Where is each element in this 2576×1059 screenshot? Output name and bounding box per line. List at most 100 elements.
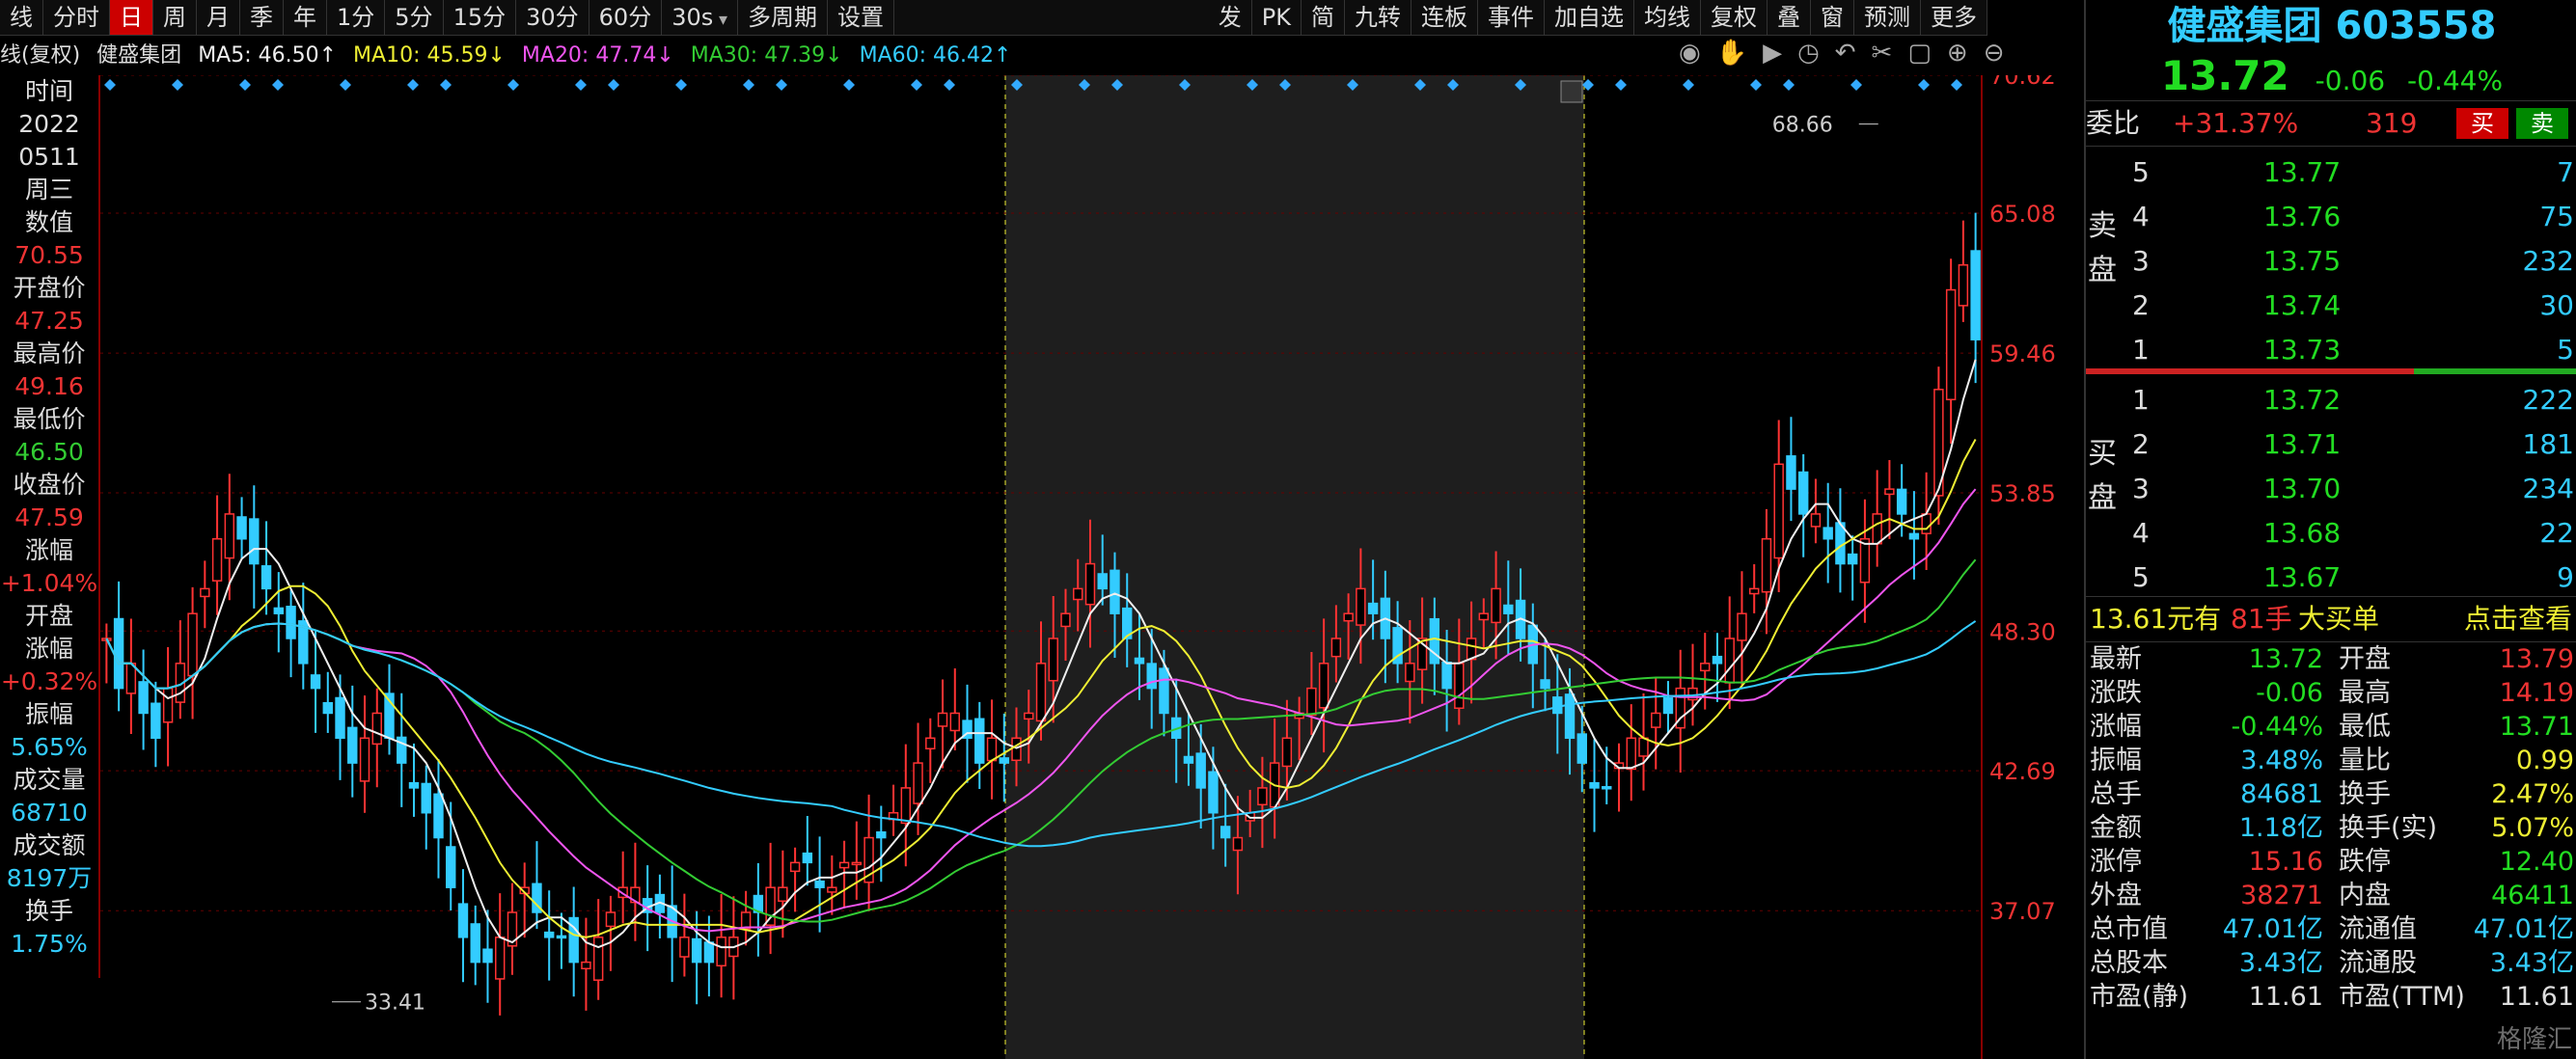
crosshair-info-panel: 时间 2022 0511 周三 数值 70.55 开盘价 47.25 最高价 4…: [0, 75, 100, 978]
asks-level[interactable]: 2 13.74 30: [2086, 284, 2576, 328]
bids-level[interactable]: 4 13.68 22: [2086, 511, 2576, 556]
play-icon[interactable]: ▶: [1763, 39, 1782, 68]
candle-body: [1195, 752, 1206, 789]
candle-body: [1441, 661, 1452, 690]
level-volume: 75: [2539, 201, 2574, 232]
toolbar-item-7[interactable]: 1分: [327, 0, 386, 35]
candle-body: [1219, 826, 1231, 839]
asks-level[interactable]: 1 13.73 5: [2086, 328, 2576, 372]
stat-label: 最新: [2090, 644, 2142, 674]
candle-body: [1183, 755, 1194, 764]
toolbar-item-2[interactable]: 日: [110, 0, 153, 35]
ma60-label: MA60: 46.42↑: [859, 43, 1012, 68]
candle-body: [1810, 513, 1822, 528]
toolbar-item-5[interactable]: 季: [240, 0, 284, 35]
y-tick-label: 59.46: [1989, 340, 2056, 367]
bids-level[interactable]: 5 13.67 9: [2086, 556, 2576, 600]
candle-body: [802, 852, 813, 864]
candle-body: [482, 948, 493, 964]
bids-level[interactable]: 1 13.72 222: [2086, 378, 2576, 422]
event-marker: [1615, 79, 1627, 91]
value-value: 70.55: [14, 241, 84, 269]
candle-body: [1847, 553, 1858, 565]
clock-icon[interactable]: ◷: [1797, 39, 1820, 68]
candle-body: [1073, 587, 1083, 601]
toolbar-right-item-6[interactable]: 加自选: [1545, 0, 1634, 35]
candle-body: [359, 737, 370, 782]
toolbar-item-9[interactable]: 15分: [444, 0, 517, 35]
level-price: 13.75: [2263, 245, 2342, 277]
eye-icon[interactable]: ◉: [1679, 39, 1701, 68]
toolbar-right-item-3[interactable]: 九转: [1345, 0, 1411, 35]
scissors-icon[interactable]: ✂: [1872, 39, 1893, 68]
toolbar-right-item-4[interactable]: 连板: [1411, 0, 1478, 35]
candle-body: [592, 937, 604, 981]
candle-body: [1700, 663, 1711, 672]
candle-body: [765, 886, 776, 926]
stats-row: 外盘 38271 内盘 46411: [2086, 879, 2576, 912]
event-marker: [1850, 79, 1862, 91]
toolbar-right-item-1[interactable]: PK: [1252, 0, 1302, 35]
toolbar-item-11[interactable]: 60分: [589, 0, 663, 35]
asks-level[interactable]: 4 13.76 75: [2086, 195, 2576, 239]
toolbar-right-item-12[interactable]: 更多: [1921, 0, 1987, 35]
toolbar-item-8[interactable]: 5分: [385, 0, 444, 35]
candle-body: [224, 513, 235, 559]
event-marker: [340, 79, 351, 91]
toolbar-right-item-9[interactable]: 叠: [1768, 0, 1811, 35]
toolbar-right-item-0[interactable]: 发: [1209, 0, 1252, 35]
candle-body: [838, 861, 850, 869]
zoom-out-icon[interactable]: ⊖: [1984, 39, 2005, 68]
stat-label: 外盘: [2090, 881, 2142, 910]
bids-level[interactable]: 3 13.70 234: [2086, 467, 2576, 511]
selection-close-button[interactable]: [1560, 80, 1583, 103]
open-value: 47.25: [14, 307, 84, 335]
candle-body: [187, 612, 198, 677]
toolbar-right-item-5[interactable]: 事件: [1478, 0, 1545, 35]
toolbar-item-3[interactable]: 周: [153, 0, 197, 35]
toolbar-item-0[interactable]: 线: [0, 0, 43, 35]
level-number: 3: [2132, 245, 2150, 277]
toolbar-right-item-11[interactable]: 预测: [1854, 0, 1921, 35]
buy-button[interactable]: 买: [2456, 108, 2508, 139]
candle-body: [937, 712, 948, 727]
undo-icon[interactable]: ↶: [1835, 39, 1856, 68]
stat-label: 总手: [2090, 779, 2142, 809]
candle-body: [1503, 604, 1514, 614]
turnover-value: 1.75%: [11, 930, 88, 958]
volume-value: 68710: [11, 799, 88, 827]
toolbar-right-item-8[interactable]: 复权: [1701, 0, 1768, 35]
asks-level[interactable]: 3 13.75 232: [2086, 239, 2576, 284]
toolbar-item-13[interactable]: 多周期: [738, 0, 829, 35]
toolbar-right-item-10[interactable]: 窗: [1811, 0, 1854, 35]
toolbar-item-12[interactable]: 30s: [662, 0, 739, 35]
stats-row: 涨跌 -0.06 最高 14.19: [2086, 676, 2576, 710]
big-order-row[interactable]: 13.61元有 81手 大买单 点击查看: [2086, 597, 2576, 642]
kline-chart[interactable]: 70.62 65.08 59.46 53.85 48.30 42.69 37.07 68.66…: [100, 75, 2080, 1059]
candle-body: [1306, 687, 1317, 717]
toolbar-right-item-7[interactable]: 均线: [1634, 0, 1701, 35]
candle-body: [236, 516, 247, 540]
candle-body: [470, 923, 480, 964]
toolbar-right-item-2[interactable]: 简: [1302, 0, 1345, 35]
toolbar-item-6[interactable]: 年: [284, 0, 327, 35]
stat-value: 11.61: [2248, 982, 2323, 1012]
lock-icon[interactable]: ▢: [1907, 39, 1932, 68]
candle-body: [1884, 488, 1895, 496]
big-order-text: 大买单: [2298, 603, 2380, 635]
level-price: 13.76: [2263, 201, 2342, 232]
toolbar-item-14[interactable]: 设置: [828, 0, 895, 35]
toolbar-item-1[interactable]: 分时: [43, 0, 110, 35]
sell-button[interactable]: 卖: [2516, 108, 2568, 139]
toolbar-item-4[interactable]: 月: [197, 0, 240, 35]
asks-level[interactable]: 5 13.77 7: [2086, 150, 2576, 195]
toolbar-item-10[interactable]: 30分: [516, 0, 589, 35]
event-marker: [1951, 79, 1962, 91]
bids-level[interactable]: 2 13.71 181: [2086, 422, 2576, 467]
candle-body: [249, 518, 260, 565]
hand-icon[interactable]: ✋: [1716, 39, 1747, 68]
big-order-link[interactable]: 点击查看: [2464, 597, 2572, 641]
candle-body: [1159, 667, 1169, 715]
stat-value: 11.61: [2499, 982, 2574, 1012]
zoom-in-icon[interactable]: ⊕: [1947, 39, 1968, 68]
